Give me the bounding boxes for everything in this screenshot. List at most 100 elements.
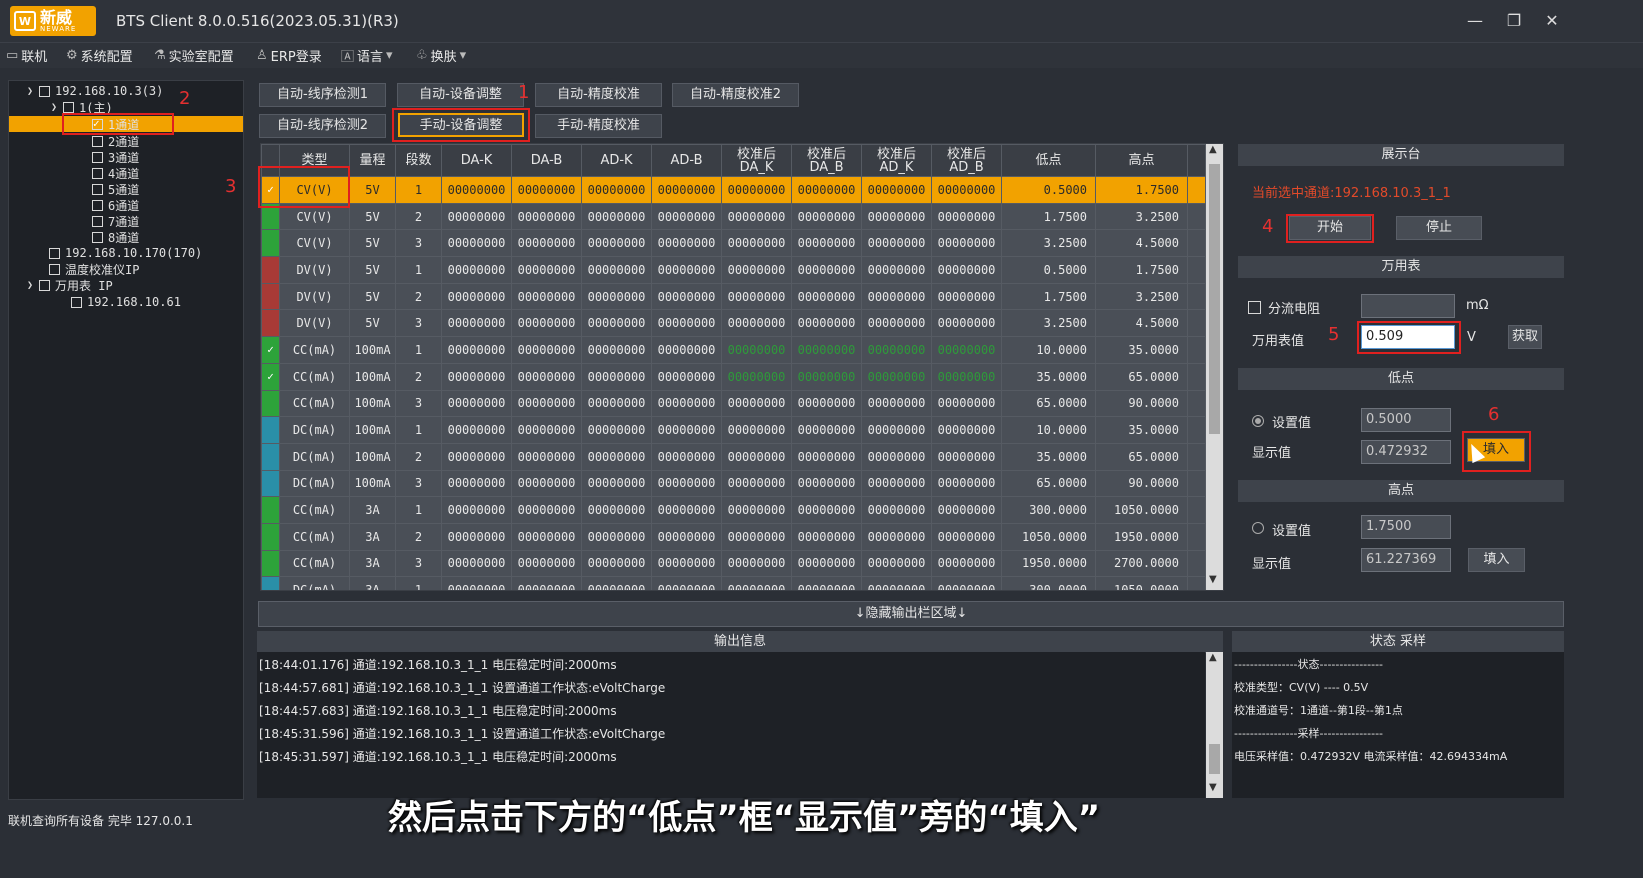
cell-cal-da-k[interactable]: 00000000 [721, 469, 792, 498]
col-cal-da-b[interactable]: 校准后 DA_B [791, 144, 862, 177]
cell-cal-da-k[interactable]: 00000000 [721, 442, 792, 471]
cell-cal-ad-b[interactable]: 00000000 [931, 416, 1002, 444]
cell-high[interactable]: 3.2500 [1095, 202, 1188, 231]
cell-cal-da-b[interactable]: 00000000 [791, 362, 862, 391]
cell-cal-da-k[interactable]: 00000000 [721, 362, 792, 391]
cell-da-k[interactable]: 00000000 [441, 522, 512, 551]
cell-range[interactable]: 3A [349, 496, 396, 524]
tab-auto-wiring-2[interactable]: 自动-线序检测2 [259, 114, 386, 138]
cell-da-b[interactable]: 00000000 [511, 336, 582, 364]
tree-checkbox[interactable] [92, 151, 103, 163]
cell-da-k[interactable]: 00000000 [441, 336, 512, 364]
cell-ad-b[interactable]: 00000000 [651, 549, 722, 578]
cell-cal-ad-k[interactable]: 00000000 [861, 576, 932, 590]
cell-range[interactable]: 5V [349, 256, 396, 284]
cell-low[interactable]: 300.0000 [1001, 496, 1096, 524]
cell-ad-k[interactable]: 00000000 [581, 176, 652, 204]
col-low[interactable]: 低点 [1001, 144, 1096, 177]
cell-cal-ad-k[interactable]: 00000000 [861, 389, 932, 418]
menu-lab-config[interactable]: ⚗ 实验室配置 [154, 46, 234, 65]
cell-cal-da-k[interactable]: 00000000 [721, 496, 792, 524]
table-row[interactable]: DV(V) 5V 3 00000000 00000000 00000000 00000000… [261, 309, 1206, 338]
cell-ad-b[interactable]: 00000000 [651, 442, 722, 471]
table-row[interactable]: CC(mA) 3A 2 00000000 00000000 00000000 0000000… [261, 522, 1206, 551]
cell-cal-ad-k[interactable]: 00000000 [861, 336, 932, 364]
cell-da-k[interactable]: 00000000 [441, 229, 512, 258]
cell-cal-ad-k[interactable]: 00000000 [861, 442, 932, 471]
cell-low[interactable]: 10.0000 [1001, 336, 1096, 364]
cell-da-b[interactable]: 00000000 [511, 442, 582, 471]
cell-ad-b[interactable]: 00000000 [651, 229, 722, 258]
cell-high[interactable]: 1950.0000 [1095, 522, 1188, 551]
cell-segment[interactable]: 2 [395, 522, 442, 551]
cell-high[interactable]: 4.5000 [1095, 309, 1188, 338]
cell-high[interactable]: 2700.0000 [1095, 549, 1188, 578]
scroll-down-icon[interactable]: ▼ [1209, 574, 1217, 585]
cell-type[interactable]: CC(mA) [279, 336, 350, 364]
cell-cal-da-k[interactable]: 00000000 [721, 522, 792, 551]
cell-ad-k[interactable]: 00000000 [581, 522, 652, 551]
close-button[interactable]: ✕ [1541, 10, 1563, 32]
table-row[interactable]: DC(mA) 100mA 2 00000000 00000000 00000000 0000… [261, 442, 1206, 471]
cell-low[interactable]: 0.5000 [1001, 176, 1096, 204]
cell-cal-ad-k[interactable]: 00000000 [861, 416, 932, 444]
cell-high[interactable]: 1050.0000 [1095, 576, 1188, 590]
cell-low[interactable]: 10.0000 [1001, 416, 1096, 444]
tree-temp-ip[interactable]: 温度校准仪IP [49, 261, 139, 277]
cell-range[interactable]: 5V [349, 202, 396, 231]
tree-channel-6[interactable]: 6通道 [92, 197, 139, 213]
cell-range[interactable]: 5V [349, 229, 396, 258]
cell-da-k[interactable]: 00000000 [441, 576, 512, 590]
cell-ad-k[interactable]: 00000000 [581, 389, 652, 418]
get-button[interactable]: 获取 [1508, 325, 1542, 349]
cell-da-k[interactable]: 00000000 [441, 362, 512, 391]
cell-cal-ad-k[interactable]: 00000000 [861, 229, 932, 258]
cell-cal-da-b[interactable]: 00000000 [791, 229, 862, 258]
cell-cal-ad-k[interactable]: 00000000 [861, 176, 932, 204]
cell-cal-ad-b[interactable]: 00000000 [931, 176, 1002, 204]
tab-manual-precision[interactable]: 手动-精度校准 [535, 114, 662, 138]
tree-channel-5[interactable]: 5通道 [92, 181, 139, 197]
col-high[interactable]: 高点 [1095, 144, 1188, 177]
col-da-k[interactable]: DA-K [441, 144, 512, 177]
table-row[interactable]: CC(mA) 100mA 3 00000000 00000000 00000000 0000… [261, 389, 1206, 418]
cell-da-b[interactable]: 00000000 [511, 309, 582, 338]
tab-auto-device-adjust[interactable]: 自动-设备调整 [397, 83, 524, 107]
cell-cal-da-k[interactable]: 00000000 [721, 229, 792, 258]
cell-da-k[interactable]: 00000000 [441, 469, 512, 498]
cell-range[interactable]: 100mA [349, 362, 396, 391]
col-segment[interactable]: 段数 [395, 144, 442, 177]
table-row[interactable]: ✓ CV(V) 5V 1 00000000 00000000 00000000 0000000… [261, 176, 1206, 204]
cell-ad-k[interactable]: 00000000 [581, 442, 652, 471]
cell-da-k[interactable]: 00000000 [441, 496, 512, 524]
cell-segment[interactable]: 3 [395, 389, 442, 418]
menu-skin[interactable]: ♧ 换肤 ▾ [416, 46, 466, 65]
cell-ad-b[interactable]: 00000000 [651, 469, 722, 498]
cell-segment[interactable]: 1 [395, 416, 442, 444]
high-fill-button[interactable]: 填入 [1468, 548, 1525, 572]
cell-da-k[interactable]: 00000000 [441, 176, 512, 204]
cell-low[interactable]: 35.0000 [1001, 442, 1096, 471]
cell-cal-ad-k[interactable]: 00000000 [861, 282, 932, 311]
cell-cal-da-b[interactable]: 00000000 [791, 469, 862, 498]
cell-high[interactable]: 35.0000 [1095, 336, 1188, 364]
cell-cal-da-k[interactable]: 00000000 [721, 202, 792, 231]
cell-cal-ad-k[interactable]: 00000000 [861, 522, 932, 551]
cell-range[interactable]: 100mA [349, 416, 396, 444]
cell-ad-k[interactable]: 00000000 [581, 416, 652, 444]
cell-cal-da-b[interactable]: 00000000 [791, 336, 862, 364]
cell-da-b[interactable]: 00000000 [511, 576, 582, 590]
col-da-b[interactable]: DA-B [511, 144, 582, 177]
cell-ad-b[interactable]: 00000000 [651, 176, 722, 204]
cell-cal-ad-b[interactable]: 00000000 [931, 549, 1002, 578]
cell-type[interactable]: CC(mA) [279, 549, 350, 578]
cell-segment[interactable]: 1 [395, 576, 442, 590]
tree-checkbox[interactable] [92, 215, 103, 227]
tree-checkbox[interactable] [92, 135, 103, 147]
cell-da-b[interactable]: 00000000 [511, 256, 582, 284]
minimize-button[interactable]: — [1464, 10, 1486, 32]
cell-da-k[interactable]: 00000000 [441, 282, 512, 311]
cell-cal-da-k[interactable]: 00000000 [721, 336, 792, 364]
cell-high[interactable]: 4.5000 [1095, 229, 1188, 258]
cell-low[interactable]: 3.2500 [1001, 229, 1096, 258]
